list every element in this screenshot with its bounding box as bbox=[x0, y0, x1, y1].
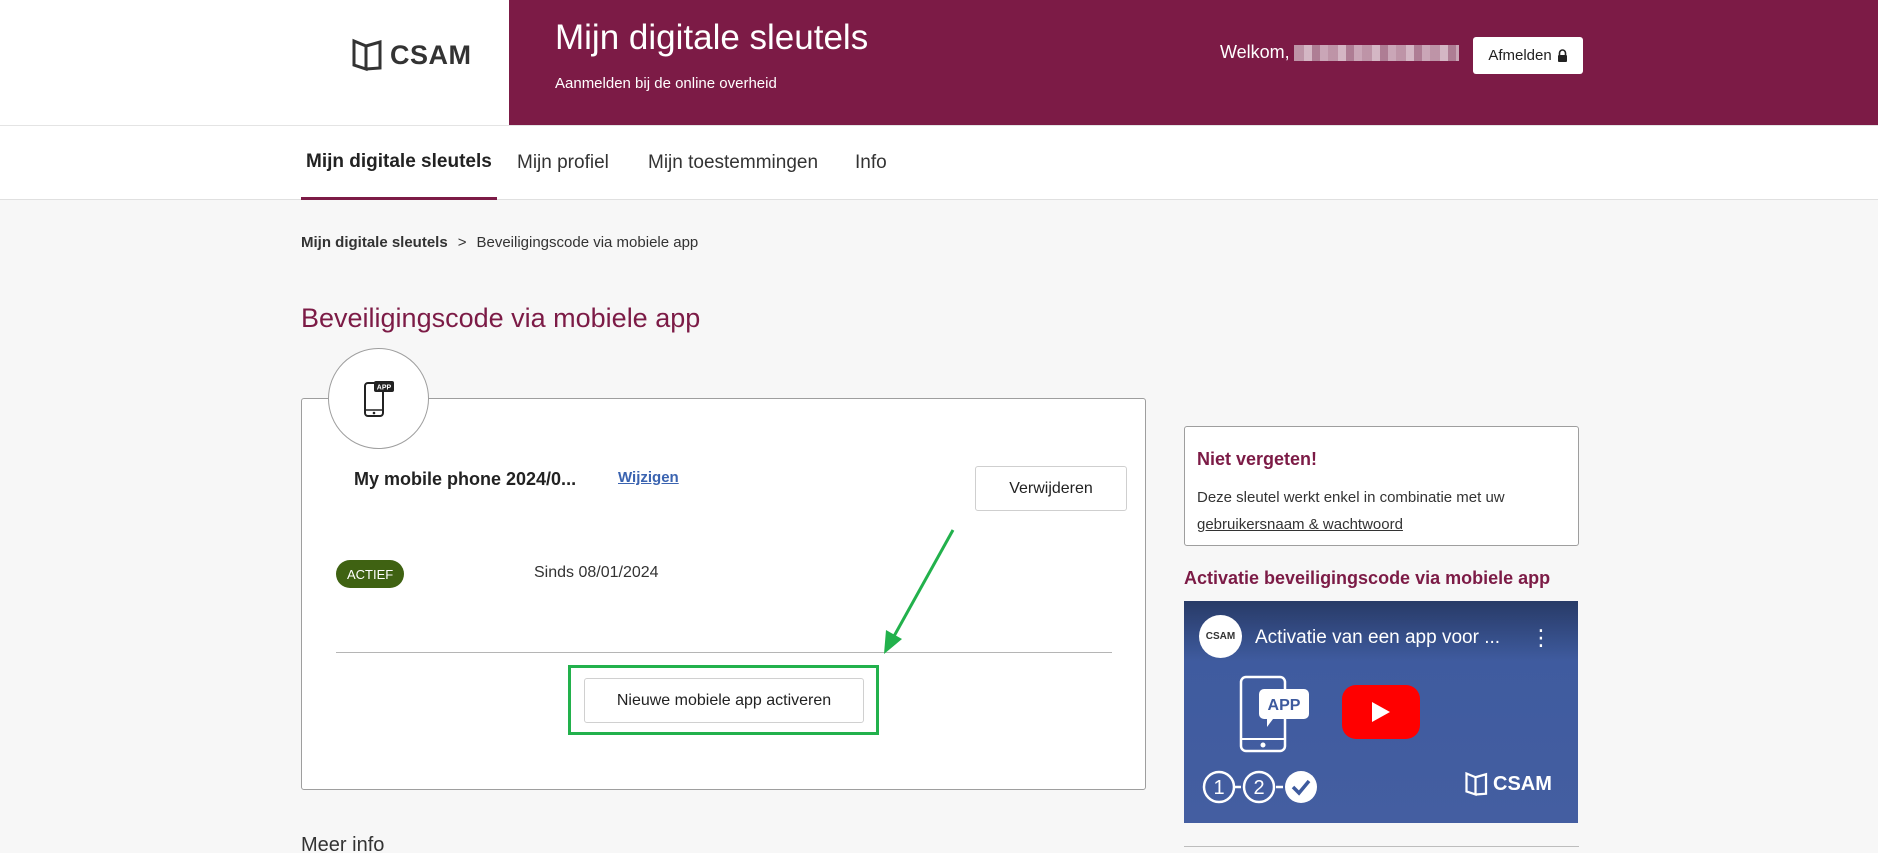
tab-mijn-digitale-sleutels[interactable]: Mijn digitale sleutels bbox=[301, 126, 497, 200]
video-title[interactable]: Activatie van een app voor ... bbox=[1255, 627, 1500, 649]
breadcrumb-separator: > bbox=[457, 234, 467, 251]
play-icon[interactable] bbox=[1342, 685, 1420, 739]
welcome-label: Welkom, bbox=[1220, 42, 1290, 62]
more-info-heading: Meer info bbox=[301, 834, 385, 853]
video-csam-logo: CSAM bbox=[1465, 771, 1552, 797]
redacted-username bbox=[1293, 44, 1459, 61]
mobile-app-icon: APP bbox=[363, 380, 394, 417]
notice-text: Deze sleutel werkt enkel in combinatie m… bbox=[1197, 484, 1566, 538]
breadcrumb-root-link[interactable]: Mijn digitale sleutels bbox=[301, 234, 448, 251]
logout-button[interactable]: Afmelden bbox=[1473, 37, 1583, 74]
mobile-app-key-card: My mobile phone 2024/0... Wijzigen Verwi… bbox=[301, 398, 1146, 790]
svg-text:APP: APP bbox=[1268, 697, 1301, 714]
mobile-app-icon-circle: APP bbox=[328, 348, 429, 449]
video-phone-illustration: APP bbox=[1239, 675, 1309, 753]
video-logo-text: CSAM bbox=[1493, 772, 1552, 795]
tab-mijn-profiel[interactable]: Mijn profiel bbox=[512, 126, 614, 200]
youtube-video-embed[interactable]: CSAM Activatie van een app voor ... ⋮ AP… bbox=[1184, 601, 1578, 823]
video-more-icon[interactable]: ⋮ bbox=[1530, 625, 1552, 651]
site-title: Mijn digitale sleutels bbox=[555, 18, 869, 57]
notice-title: Niet vergeten! bbox=[1197, 449, 1318, 469]
card-divider bbox=[336, 652, 1112, 653]
delete-button[interactable]: Verwijderen bbox=[975, 466, 1127, 511]
tab-info[interactable]: Info bbox=[850, 126, 892, 200]
device-name: My mobile phone 2024/0... bbox=[354, 469, 577, 489]
logout-label: Afmelden bbox=[1488, 47, 1552, 64]
page-title: Beveiligingscode via mobiele app bbox=[301, 303, 701, 333]
active-since-date: Sinds 08/01/2024 bbox=[534, 564, 659, 581]
svg-text:APP: APP bbox=[376, 384, 391, 391]
svg-text:2: 2 bbox=[1253, 777, 1264, 799]
welcome-message: Welkom, bbox=[1220, 42, 1459, 63]
status-badge: ACTIEF bbox=[336, 560, 405, 588]
change-device-name-link[interactable]: Wijzigen bbox=[618, 469, 679, 486]
csam-logo[interactable]: CSAM bbox=[352, 38, 472, 72]
lock-icon bbox=[1557, 49, 1567, 62]
activate-new-mobile-app-button[interactable]: Nieuwe mobiele app activeren bbox=[584, 678, 864, 723]
play-triangle-icon bbox=[1372, 702, 1390, 722]
header-banner: Mijn digitale sleutels Aanmelden bij de … bbox=[509, 0, 1878, 125]
video-steps-illustration: 1 2 bbox=[1202, 770, 1317, 804]
csam-door-icon-white bbox=[1465, 771, 1488, 797]
main-nav: Mijn digitale sleutels Mijn profiel Mijn… bbox=[0, 125, 1878, 200]
site-subtitle: Aanmelden bij de online overheid bbox=[555, 75, 777, 92]
csam-door-icon bbox=[352, 38, 382, 72]
reminder-notice: Niet vergeten! Deze sleutel werkt enkel … bbox=[1184, 426, 1579, 546]
breadcrumb-current: Beveiligingscode via mobiele app bbox=[476, 234, 699, 251]
breadcrumb: Mijn digitale sleutels > Beveiligingscod… bbox=[301, 234, 698, 251]
video-heading: Activatie beveiligingscode via mobiele a… bbox=[1184, 568, 1551, 588]
logo-text: CSAM bbox=[390, 39, 472, 70]
header-logo-area: CSAM bbox=[0, 0, 509, 125]
header: CSAM Mijn digitale sleutels Aanmelden bi… bbox=[0, 0, 1878, 125]
sidebar-bottom-divider bbox=[1184, 846, 1579, 847]
svg-text:1: 1 bbox=[1213, 777, 1224, 799]
channel-avatar[interactable]: CSAM bbox=[1199, 615, 1242, 658]
username-password-link[interactable]: gebruikersnaam & wachtwoord bbox=[1197, 516, 1403, 533]
tab-mijn-toestemmingen[interactable]: Mijn toestemmingen bbox=[643, 126, 823, 200]
notice-body: Deze sleutel werkt enkel in combinatie m… bbox=[1197, 489, 1505, 506]
